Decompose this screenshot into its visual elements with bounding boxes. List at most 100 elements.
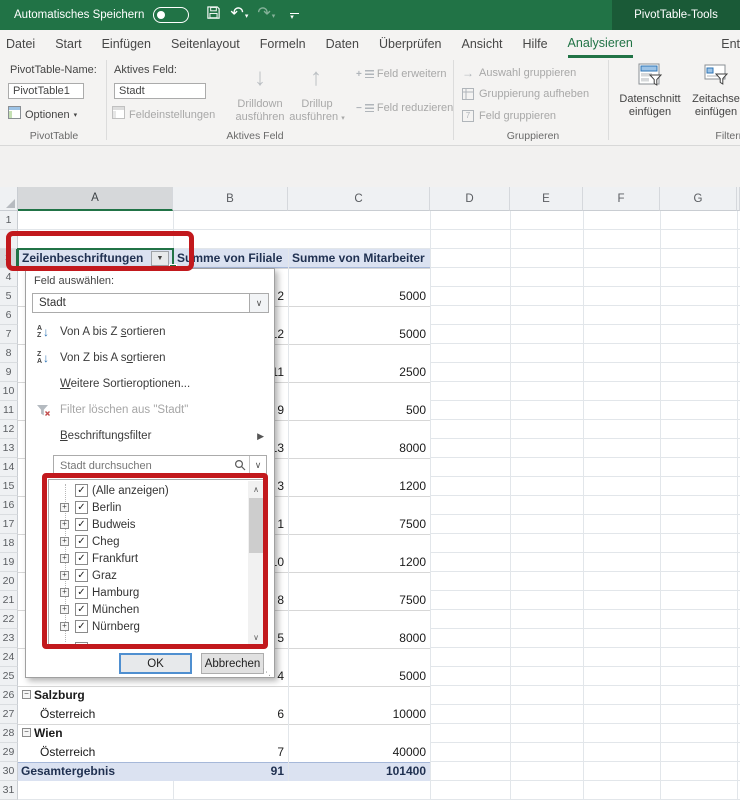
row-header[interactable]: 1	[0, 211, 18, 230]
cell-A29[interactable]: Österreich	[40, 743, 95, 762]
column-header-G[interactable]: G	[660, 187, 737, 211]
group-field-button[interactable]: 7 Feld gruppieren	[462, 110, 556, 122]
active-field-input[interactable]	[114, 83, 206, 99]
redo-button[interactable]: ↷▾	[257, 0, 275, 32]
row-header[interactable]: 11	[0, 401, 18, 420]
tab-seitenlayout[interactable]: Seitenlayout	[171, 30, 240, 58]
row-header[interactable]: 17	[0, 515, 18, 534]
cell-A26[interactable]: Salzburg	[34, 686, 85, 705]
row-header[interactable]: 14	[0, 458, 18, 477]
resize-grip[interactable]: ⋱	[262, 667, 271, 678]
row-header[interactable]: 9	[0, 363, 18, 382]
row-header[interactable]: 10	[0, 382, 18, 401]
cell-C11[interactable]: 500	[292, 401, 426, 420]
row-header[interactable]: 7	[0, 325, 18, 344]
tab-entwurf[interactable]: Ent	[721, 30, 740, 58]
column-header-E[interactable]: E	[510, 187, 583, 211]
row-header[interactable]: 29	[0, 743, 18, 762]
cell-C17[interactable]: 7500	[292, 515, 426, 534]
ok-button[interactable]: OK	[119, 653, 192, 674]
row-header[interactable]: 8	[0, 344, 18, 363]
cell-C15[interactable]: 1200	[292, 477, 426, 496]
row-header[interactable]: 22	[0, 610, 18, 629]
field-select-combo[interactable]: Stadt ∨	[32, 293, 269, 313]
menu-sort-a-z[interactable]: AZ↓ Von A bis Z sortieren	[26, 319, 274, 345]
menu-more-sort-options[interactable]: Weitere Sortieroptionen...	[26, 371, 274, 397]
row-header[interactable]: 20	[0, 572, 18, 591]
menu-label-filters[interactable]: Beschriftungsfilter ▶	[26, 423, 274, 449]
select-all-corner[interactable]	[0, 187, 18, 211]
row-header[interactable]: 18	[0, 534, 18, 553]
drillup-button[interactable]: Drillup ausführen ▾	[288, 98, 346, 125]
row-header[interactable]: 31	[0, 781, 18, 800]
cell-C7[interactable]: 5000	[292, 325, 426, 344]
chevron-down-icon[interactable]: ∨	[249, 456, 266, 474]
drilldown-button[interactable]: Drilldown ausführen	[228, 98, 292, 124]
row-header[interactable]: 5	[0, 287, 18, 306]
column-header-C[interactable]: C	[288, 187, 430, 211]
cell-C25[interactable]: 5000	[292, 667, 426, 686]
row-header[interactable]: 6	[0, 306, 18, 325]
cell-B27[interactable]: 6	[175, 705, 284, 724]
cell-A27[interactable]: Österreich	[40, 705, 95, 724]
row-header[interactable]: 12	[0, 420, 18, 439]
chevron-down-icon[interactable]: ∨	[249, 294, 268, 312]
cell-C29[interactable]: 40000	[292, 743, 426, 762]
row-header[interactable]: 24	[0, 648, 18, 667]
cell-A30[interactable]: Gesamtergebnis	[21, 762, 115, 781]
undo-button[interactable]: ↶▾	[230, 0, 248, 32]
field-settings-button[interactable]: Feldeinstellungen	[112, 106, 215, 124]
insert-timeline-button[interactable]: Zeitachse einfügen	[690, 62, 740, 119]
tab-formeln[interactable]: Formeln	[260, 30, 306, 58]
cell-C13[interactable]: 8000	[292, 439, 426, 458]
column-header-B[interactable]: B	[173, 187, 288, 211]
options-button[interactable]: Optionen ▾	[8, 106, 77, 124]
expand-field-button[interactable]: + Feld erweitern	[356, 68, 447, 80]
collapse-field-button[interactable]: − Feld reduzieren	[356, 102, 453, 114]
group-selection-button[interactable]: → Auswahl gruppieren	[462, 66, 576, 80]
row-header[interactable]: 28	[0, 724, 18, 743]
tab-datei[interactable]: Datei	[6, 30, 35, 58]
tab-ansicht[interactable]: Ansicht	[462, 30, 503, 58]
collapse-salzburg-icon[interactable]: −	[22, 690, 31, 699]
autosave-toggle[interactable]	[153, 7, 189, 23]
row-header[interactable]: 23	[0, 629, 18, 648]
column-header-A[interactable]: A	[18, 187, 173, 211]
row-header[interactable]: 30	[0, 762, 18, 781]
tab-ueberpruefen[interactable]: Überprüfen	[379, 30, 442, 58]
row-header[interactable]: 15	[0, 477, 18, 496]
ungroup-button[interactable]: Gruppierung aufheben	[462, 88, 589, 100]
row-header[interactable]: 19	[0, 553, 18, 572]
cancel-button[interactable]: Abbrechen	[201, 653, 264, 674]
cell-B30[interactable]: 91	[175, 762, 284, 781]
column-header-D[interactable]: D	[430, 187, 510, 211]
row-header[interactable]: 13	[0, 439, 18, 458]
cell-C19[interactable]: 1200	[292, 553, 426, 572]
tab-start[interactable]: Start	[55, 30, 81, 58]
cell-C23[interactable]: 8000	[292, 629, 426, 648]
row-header[interactable]: 27	[0, 705, 18, 724]
row-header[interactable]: 26	[0, 686, 18, 705]
pivottable-name-input[interactable]	[8, 83, 84, 99]
tab-analysieren[interactable]: Analysieren	[568, 30, 633, 58]
cell-C30[interactable]: 101400	[292, 762, 426, 781]
cell-C9[interactable]: 2500	[292, 363, 426, 382]
tab-einfuegen[interactable]: Einfügen	[102, 30, 151, 58]
tab-hilfe[interactable]: Hilfe	[523, 30, 548, 58]
cell-A28[interactable]: Wien	[34, 724, 63, 743]
row-header[interactable]: 16	[0, 496, 18, 515]
cell-C21[interactable]: 7500	[292, 591, 426, 610]
collapse-wien-icon[interactable]: −	[22, 728, 31, 737]
row-header[interactable]: 25	[0, 667, 18, 686]
customize-quick-access-icon[interactable]	[290, 13, 299, 14]
cell-C5[interactable]: 5000	[292, 287, 426, 306]
save-icon[interactable]	[206, 0, 221, 30]
menu-sort-z-a[interactable]: ZA↓ Von Z bis A sortieren	[26, 345, 274, 371]
cell-C3[interactable]: Summe von Mitarbeiter	[292, 249, 425, 268]
column-header-F[interactable]: F	[583, 187, 660, 211]
cell-B29[interactable]: 7	[175, 743, 284, 762]
row-header[interactable]: 21	[0, 591, 18, 610]
cell-C27[interactable]: 10000	[292, 705, 426, 724]
tab-daten[interactable]: Daten	[326, 30, 359, 58]
insert-slicer-button[interactable]: Datenschnitt einfügen	[612, 62, 688, 119]
